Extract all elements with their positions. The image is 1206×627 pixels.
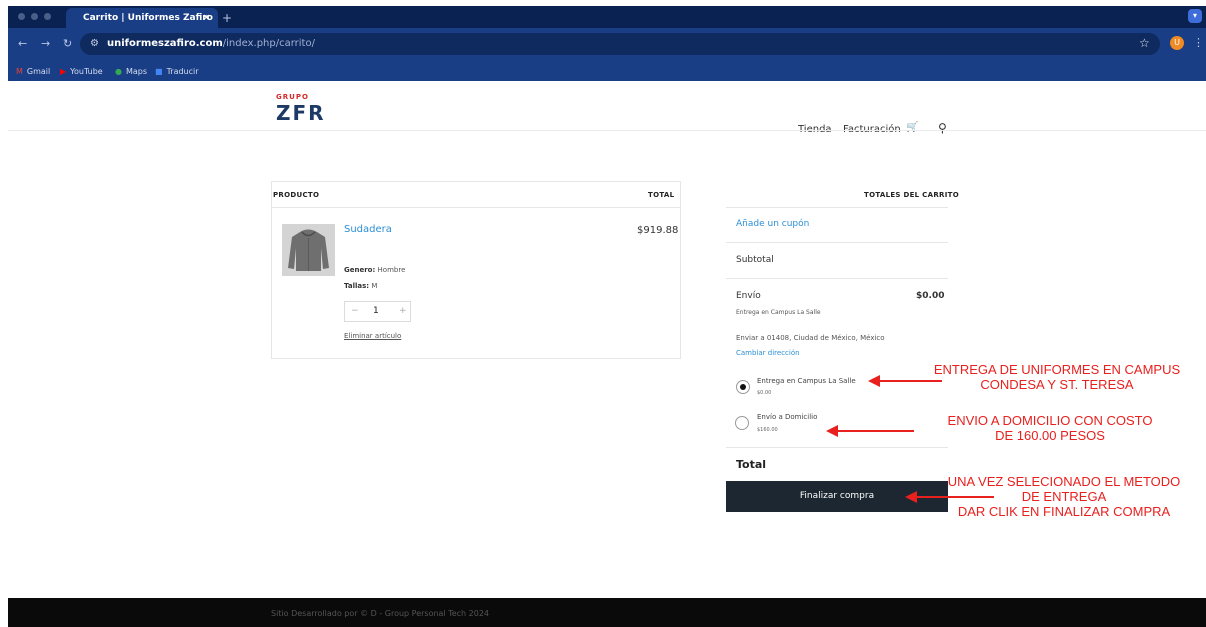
site-logo[interactable]: GRUPO ZFR (276, 93, 346, 129)
translate-icon: ■ (155, 67, 163, 76)
annotation-arrow-icon (905, 491, 917, 503)
menu-icon[interactable]: ⋮ (1193, 36, 1204, 50)
back-icon[interactable]: ← (18, 36, 27, 52)
search-icon[interactable]: ⚲ (938, 121, 947, 135)
annotation-text: CONDESA Y ST. TERESA (980, 377, 1134, 392)
annotation-arrow-line (916, 496, 994, 498)
browser-tab[interactable]: Carrito | Uniformes Zafiro × (66, 8, 218, 28)
url-path: /index.php/carrito/ (222, 38, 315, 49)
total-label: Total (736, 458, 767, 471)
remove-item-link[interactable]: Eliminar artículo (344, 332, 401, 340)
quantity-value[interactable]: 1 (373, 302, 379, 321)
shipping-option-home-price: $160.00 (757, 427, 778, 433)
annotation-text: UNA VEZ SELECIONADO EL METODO (947, 474, 1181, 489)
annotation-arrow-icon (826, 425, 838, 437)
bookmark-maps[interactable]: ● Maps (115, 62, 147, 81)
bookmark-star-icon[interactable]: ☆ (1139, 36, 1150, 50)
quantity-stepper: − 1 + (344, 301, 411, 322)
annotation-home-delivery: ENVIO A DOMICILIO CON COSTO DE 160.00 PE… (910, 413, 1190, 443)
close-window-dot[interactable] (18, 13, 25, 20)
header-divider (8, 130, 1206, 131)
totals-divider (726, 278, 948, 279)
shipping-option-campus-radio[interactable] (736, 380, 750, 394)
reload-icon[interactable]: ↻ (63, 36, 72, 52)
product-price: $919.88 (637, 225, 679, 236)
bookmark-youtube[interactable]: ▶ YouTube (60, 62, 103, 81)
annotation-text: DAR CLIK EN FINALIZAR COMPRA (957, 504, 1171, 519)
cart-totals-title: TOTALES DEL CARRITO (864, 191, 959, 199)
shipping-option-home-radio[interactable] (735, 416, 749, 430)
annotation-arrow-icon (868, 375, 880, 387)
tab-title: Carrito | Uniformes Zafiro (83, 13, 213, 23)
shipping-label: Envío (736, 291, 761, 301)
bookmark-translate[interactable]: ■ Traducir (155, 62, 199, 81)
add-coupon-link[interactable]: Añade un cupón (736, 219, 809, 229)
subtotal-label: Subtotal (736, 255, 774, 265)
product-name-link[interactable]: Sudadera (344, 224, 392, 235)
annotation-text: ENTREGA DE UNIFORMES EN CAMPUS (933, 362, 1181, 377)
column-header-total: TOTAL (648, 191, 675, 199)
tab-search-button[interactable]: ▾ (1188, 9, 1202, 23)
shipping-destination: Enviar a 01408, Ciudad de México, México (736, 334, 885, 342)
profile-avatar[interactable]: U (1170, 36, 1184, 50)
table-divider (272, 207, 680, 208)
decrease-quantity-button[interactable]: − (351, 302, 359, 321)
product-attribute-genero: Genero: Hombre (344, 266, 406, 274)
youtube-icon: ▶ (60, 67, 67, 76)
increase-quantity-button[interactable]: + (399, 302, 407, 321)
gmail-icon: M (16, 67, 23, 76)
shipping-option-home-label[interactable]: Envío a Domicilio (757, 413, 817, 421)
maximize-window-dot[interactable] (44, 13, 51, 20)
hoodie-image (282, 224, 335, 276)
bookmark-gmail[interactable]: M Gmail (16, 62, 50, 81)
shipping-option-campus-price: $0.00 (757, 390, 772, 396)
annotation-campus: ENTREGA DE UNIFORMES EN CAMPUS CONDESA Y… (902, 362, 1206, 392)
logo-top-text: GRUPO (276, 93, 309, 101)
cart-icon[interactable]: 🛒 (906, 122, 918, 133)
url-text[interactable]: uniformeszafiro.com/index.php/carrito/ (107, 37, 315, 51)
annotation-text: DE 160.00 PESOS (995, 428, 1105, 443)
annotation-arrow-line (838, 430, 914, 432)
annotation-arrow-line (880, 380, 942, 382)
url-host: uniformeszafiro.com (107, 38, 223, 49)
shipping-amount: $0.00 (916, 291, 945, 301)
product-attribute-tallas: Tallas: M (344, 282, 378, 290)
maps-icon: ● (115, 67, 122, 76)
change-address-link[interactable]: Cambiar dirección (736, 349, 800, 357)
site-settings-icon[interactable]: ⚙ (90, 37, 99, 51)
totals-divider (726, 242, 948, 243)
logo-main-text: ZFR (276, 101, 326, 125)
totals-divider (726, 447, 948, 448)
product-image[interactable] (282, 224, 335, 276)
forward-icon[interactable]: → (41, 36, 50, 52)
annotation-text: ENVIO A DOMICILIO CON COSTO (947, 413, 1153, 428)
minimize-window-dot[interactable] (31, 13, 38, 20)
shipping-option-campus-label[interactable]: Entrega en Campus La Salle (757, 377, 856, 385)
totals-divider (726, 207, 948, 208)
new-tab-button[interactable]: + (222, 8, 232, 28)
footer-credit: Sitio Desarrollado por © D - Group Perso… (271, 609, 490, 618)
shipping-description: Entrega en Campus La Salle (736, 309, 821, 316)
close-icon[interactable]: × (202, 8, 210, 28)
column-header-product: PRODUCTO (273, 191, 320, 199)
chevron-down-icon: ▾ (1192, 11, 1197, 20)
site-footer (8, 598, 1206, 627)
